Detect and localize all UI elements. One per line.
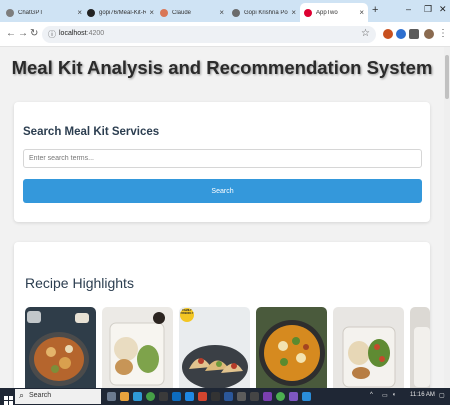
close-tab-icon[interactable]: × — [77, 8, 82, 17]
recipe-image — [333, 307, 404, 388]
recipe-card-rice-tray[interactable] — [102, 307, 173, 388]
extension-shield-icon[interactable] — [383, 29, 393, 39]
store-icon[interactable] — [172, 392, 181, 401]
recipe-highlights-card: Recipe Highlights FAMILY FRIENDLY — [14, 242, 430, 388]
tab-title: ChatGPT — [18, 9, 44, 16]
close-tab-icon[interactable]: × — [219, 8, 224, 17]
family-friendly-badge: FAMILY FRIENDLY — [180, 309, 194, 315]
restore-icon[interactable]: ❐ — [424, 4, 432, 15]
recipe-card-greens-tray[interactable] — [333, 307, 404, 388]
url-port: :4200 — [86, 30, 105, 37]
close-tab-icon[interactable]: × — [149, 8, 154, 17]
vscode-icon[interactable] — [302, 392, 311, 401]
bookmark-star-icon[interactable]: ☆ — [361, 28, 370, 39]
profile-avatar[interactable] — [424, 29, 434, 39]
search-icon: ⌕ — [19, 390, 25, 400]
recipe-image — [256, 307, 327, 388]
word-icon[interactable] — [224, 392, 233, 401]
browser-menu-icon[interactable]: ⋮ — [438, 28, 448, 39]
windows-start-icon[interactable] — [4, 392, 13, 405]
tab-apptwo[interactable]: AppTwo × — [300, 3, 368, 22]
recipe-image — [25, 307, 96, 388]
mail-icon[interactable] — [185, 392, 194, 401]
taskbar-search-box[interactable]: ⌕ Search — [15, 389, 101, 404]
app-icon[interactable] — [263, 392, 272, 401]
app-icon[interactable] — [237, 392, 246, 401]
back-icon[interactable]: ← — [6, 28, 16, 39]
forward-icon[interactable]: → — [18, 28, 28, 39]
github-favicon-icon — [87, 8, 95, 17]
recipe-card-curry-skillet[interactable] — [256, 307, 327, 388]
recipe-image — [410, 307, 430, 388]
address-bar[interactable]: ⓘ localhost:4200 ☆ — [42, 26, 376, 43]
page-title: Meal Kit Analysis and Recommendation Sys… — [11, 57, 433, 78]
windows-taskbar: ⌕ Search ^ ▭ ◖ 11:16 AM ▢ — [0, 388, 450, 405]
minimize-icon[interactable]: – — [406, 4, 411, 14]
tab-claude[interactable]: Claude × — [156, 3, 228, 22]
chrome-icon[interactable] — [146, 392, 155, 401]
search-card: Search Meal Kit Services Search — [14, 102, 430, 222]
tab-title: Claude — [172, 9, 192, 16]
reload-icon[interactable]: ↻ — [30, 28, 38, 39]
recipe-card-partial[interactable] — [410, 307, 430, 388]
tab-title: AppTwo — [316, 9, 338, 16]
chatgpt-favicon-icon — [6, 8, 14, 17]
tray-chevron-icon[interactable]: ^ — [370, 392, 373, 398]
close-tab-icon[interactable]: × — [291, 8, 296, 17]
page-viewport: Meal Kit Analysis and Recommendation Sys… — [0, 47, 444, 388]
recipe-card-pasta-skillet[interactable] — [25, 307, 96, 388]
search-button[interactable]: Search — [23, 179, 422, 203]
network-icon[interactable]: ▭ — [382, 392, 388, 399]
recipe-card-tacos[interactable]: FAMILY FRIENDLY — [179, 307, 250, 388]
taskbar-clock[interactable]: 11:16 AM — [410, 392, 435, 398]
claude-favicon-icon — [160, 8, 168, 17]
angular-favicon-icon — [304, 8, 312, 17]
file-explorer-icon[interactable] — [120, 392, 129, 401]
scrollbar-thumb[interactable] — [445, 55, 449, 99]
new-tab-icon[interactable]: + — [372, 4, 378, 16]
volume-icon[interactable]: ◖ — [392, 392, 396, 398]
close-window-icon[interactable]: ✕ — [439, 4, 447, 15]
app-icon[interactable] — [250, 392, 259, 401]
app-icon[interactable] — [159, 392, 168, 401]
recipe-image — [179, 307, 250, 388]
tab-chatgpt[interactable]: ChatGPT × — [2, 3, 86, 22]
extension-globe-icon[interactable] — [396, 29, 406, 39]
recipe-image — [102, 307, 173, 388]
edge-icon[interactable] — [133, 392, 142, 401]
office-icon[interactable] — [198, 392, 207, 401]
url-text: localhost:4200 — [59, 30, 104, 37]
browser-toolbar: ← → ↻ ⓘ localhost:4200 ☆ ⋮ — [0, 22, 450, 47]
terminal-icon[interactable] — [211, 392, 220, 401]
close-tab-icon[interactable]: × — [359, 8, 364, 17]
browser-tab-bar: ChatGPT × gopi76/Meal-Kit-Recom × Claude… — [0, 0, 450, 22]
portfolio-favicon-icon — [232, 8, 240, 17]
task-view-icon[interactable] — [107, 392, 116, 401]
notifications-icon[interactable]: ▢ — [439, 392, 445, 399]
search-input[interactable] — [23, 149, 422, 168]
taskbar-search-label: Search — [29, 392, 52, 399]
tab-github[interactable]: gopi76/Meal-Kit-Recom × — [83, 3, 158, 22]
chrome-icon[interactable] — [276, 392, 285, 401]
app-icon[interactable] — [289, 392, 298, 401]
search-heading: Search Meal Kit Services — [23, 126, 160, 138]
recipe-heading: Recipe Highlights — [25, 275, 134, 291]
site-info-icon[interactable]: ⓘ — [48, 29, 56, 40]
page-scrollbar[interactable] — [444, 47, 450, 388]
tab-title: Gopi Krishna Portfolio — [244, 9, 288, 16]
url-host: localhost — [59, 30, 87, 37]
tab-portfolio[interactable]: Gopi Krishna Portfolio × — [228, 3, 300, 22]
tab-title: gopi76/Meal-Kit-Recom — [99, 9, 147, 16]
extensions-puzzle-icon[interactable] — [409, 29, 419, 39]
